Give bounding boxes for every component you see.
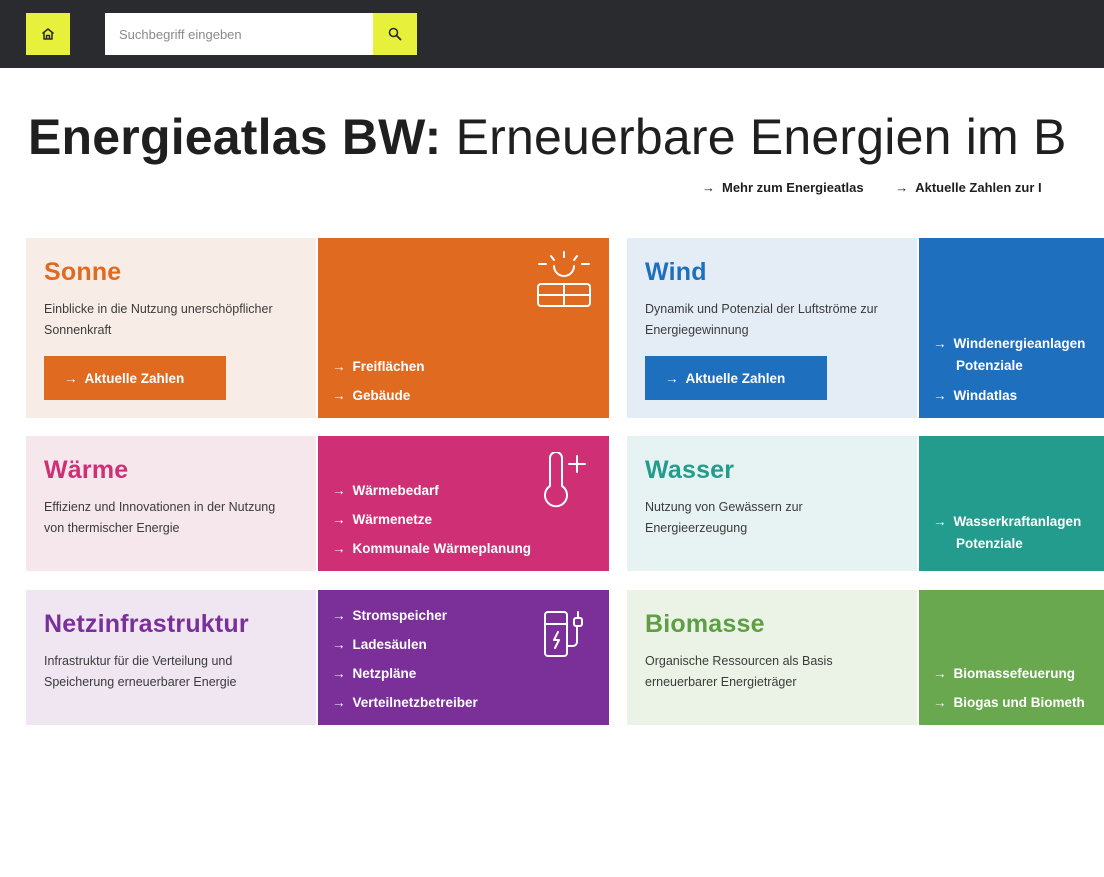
link-label: Wärmenetze xyxy=(352,512,433,527)
tile-links: → Windenergieanlagen Potenziale → Windatlas xyxy=(933,333,1085,410)
tile-sonne-info: Sonne Einblicke in die Nutzung unerschöp… xyxy=(26,238,316,418)
arrow-right-icon: → xyxy=(332,608,346,623)
link-label: Windatlas xyxy=(953,388,1018,403)
tile-title: Biomasse xyxy=(645,610,765,638)
page-title: Energieatlas BW: Erneuerbare Energien im… xyxy=(28,108,1067,166)
arrow-right-icon: → xyxy=(332,637,346,652)
arrow-right-icon: → xyxy=(332,483,346,498)
arrow-right-icon: → xyxy=(933,695,947,710)
link-mehr-zum-energieatlas[interactable]: → Mehr zum Energieatlas xyxy=(702,180,864,195)
page-title-bold: Energieatlas BW: xyxy=(28,109,442,165)
arrow-right-icon: → xyxy=(332,388,346,403)
link-label: Ladesäulen xyxy=(352,637,427,652)
link-ladesaeulen[interactable]: → Ladesäulen xyxy=(332,630,478,659)
link-label: Freiflächen xyxy=(352,359,425,374)
top-links: → Mehr zum Energieatlas → Aktuelle Zahlen … xyxy=(702,180,1070,195)
link-verteilnetzbetreiber[interactable]: → Verteilnetzbetreiber xyxy=(332,688,478,717)
tile-biomasse-info: Biomasse Organische Ressourcen als Basis… xyxy=(627,590,917,725)
arrow-right-icon: → xyxy=(895,180,909,195)
tile-description: Einblicke in die Nutzung unerschöpfliche… xyxy=(44,302,273,337)
tile-waerme-info: Wärme Effizienz und Innovationen in der … xyxy=(26,436,316,571)
search-button[interactable] xyxy=(373,13,417,55)
tile-biomasse-links: → Biomassefeuerung → Biogas und Biometh xyxy=(919,590,1104,725)
button-label: Aktuelle Zahlen xyxy=(685,370,786,386)
link-label: Stromspeicher xyxy=(352,608,448,623)
arrow-right-icon: → xyxy=(933,666,947,681)
arrow-right-icon: → xyxy=(665,370,679,386)
top-bar xyxy=(0,0,1104,68)
link-windatlas[interactable]: → Windatlas xyxy=(933,381,1085,410)
arrow-right-icon: → xyxy=(702,180,715,195)
link-label: Biomassefeuerung xyxy=(953,666,1076,681)
tile-links: → Biomassefeuerung → Biogas und Biometh xyxy=(933,659,1085,717)
tile-description: Nutzung von Gewässern zur Energieerzeugu… xyxy=(645,500,803,535)
home-button[interactable] xyxy=(26,13,70,55)
link-gebaeude[interactable]: → Gebäude xyxy=(332,381,425,410)
tile-description: Organische Ressourcen als Basis erneuerb… xyxy=(645,654,833,689)
link-label: Windenergieanlagen xyxy=(953,336,1086,351)
tile-links: → Wärmebedarf → Wärmenetze → Kommunale Wärm… xyxy=(332,476,531,563)
tile-sonne-links: → Freiflächen → Gebäude xyxy=(318,238,609,418)
link-stromspeicher[interactable]: → Stromspeicher xyxy=(332,601,478,630)
arrow-right-icon: → xyxy=(64,370,78,386)
tile-waerme-links: → Wärmebedarf → Wärmenetze → Kommunale Wärm… xyxy=(318,436,609,571)
link-label: Aktuelle Zahlen zur I xyxy=(915,180,1042,195)
link-label: Netzpläne xyxy=(352,666,417,681)
thermometer-icon xyxy=(544,452,586,508)
charging-station-icon xyxy=(544,611,583,657)
tile-description: Dynamik und Potenzial der Luftströme zur… xyxy=(645,302,878,337)
link-kommunale-waermeplanung[interactable]: → Kommunale Wärmeplanung xyxy=(332,534,531,563)
tile-title: Wasser xyxy=(645,456,735,484)
tile-wasser-links: → Wasserkraftanlagen Potenziale xyxy=(919,436,1104,571)
link-waermebedarf[interactable]: → Wärmebedarf xyxy=(332,476,531,505)
link-freiflaechen[interactable]: → Freiflächen xyxy=(332,352,425,381)
button-label: Aktuelle Zahlen xyxy=(84,370,185,386)
link-label-line2: Potenziale xyxy=(956,536,1023,551)
tile-title: Sonne xyxy=(44,258,122,286)
tile-links: → Wasserkraftanlagen Potenziale xyxy=(933,511,1081,559)
tile-netz-links: → Stromspeicher → Ladesäulen → Netzpläne → V… xyxy=(318,590,609,725)
arrow-right-icon: → xyxy=(332,512,346,527)
tile-links: → Stromspeicher → Ladesäulen → Netzpläne → V… xyxy=(332,601,478,717)
link-label: Gebäude xyxy=(352,388,411,403)
tile-title: Wind xyxy=(645,258,707,286)
search-icon xyxy=(388,27,402,41)
arrow-right-icon: → xyxy=(933,514,947,529)
tile-links: → Freiflächen → Gebäude xyxy=(332,352,425,410)
link-label: Wärmebedarf xyxy=(352,483,439,498)
link-aktuelle-zahlen[interactable]: → Aktuelle Zahlen zur I xyxy=(895,180,1041,195)
link-label: Kommunale Wärmeplanung xyxy=(352,541,532,556)
arrow-right-icon: → xyxy=(332,541,346,556)
tile-title: Netzinfrastruktur xyxy=(44,610,249,638)
tile-description: Effizienz und Innovationen in der Nutzun… xyxy=(44,500,276,535)
link-wasserkraftanlagen[interactable]: → Wasserkraftanlagen Potenziale xyxy=(933,511,1081,555)
tile-wasser-info: Wasser Nutzung von Gewässern zur Energie… xyxy=(627,436,917,571)
link-label: Wasserkraftanlagen xyxy=(953,514,1082,529)
tile-title: Wärme xyxy=(44,456,129,484)
link-netzplaene[interactable]: → Netzpläne xyxy=(332,659,478,688)
link-windenergieanlagen[interactable]: → Windenergieanlagen Potenziale xyxy=(933,333,1085,377)
page-title-regular: Erneuerbare Energien im B xyxy=(455,109,1067,165)
home-icon xyxy=(42,28,54,40)
link-biogas-und-biomethan[interactable]: → Biogas und Biometh xyxy=(933,688,1085,717)
solar-panel-icon xyxy=(537,251,591,307)
link-label: Mehr zum Energieatlas xyxy=(722,180,864,195)
arrow-right-icon: → xyxy=(332,695,346,710)
arrow-right-icon: → xyxy=(933,388,947,403)
arrow-right-icon: → xyxy=(332,666,346,681)
arrow-right-icon: → xyxy=(332,359,346,374)
tile-wind-info: Wind Dynamik und Potenzial der Luftström… xyxy=(627,238,917,418)
aktuelle-zahlen-button[interactable]: → Aktuelle Zahlen xyxy=(44,356,226,400)
link-biomassefeuerung[interactable]: → Biomassefeuerung xyxy=(933,659,1085,688)
link-label: Verteilnetzbetreiber xyxy=(352,695,478,710)
tile-wind-links: → Windenergieanlagen Potenziale → Windatlas xyxy=(919,238,1104,418)
search-input[interactable] xyxy=(105,13,373,55)
link-label-line2: Potenziale xyxy=(956,358,1023,373)
aktuelle-zahlen-button[interactable]: → Aktuelle Zahlen xyxy=(645,356,827,400)
arrow-right-icon: → xyxy=(933,336,947,351)
tile-netz-info: Netzinfrastruktur Infrastruktur für die … xyxy=(26,590,316,725)
link-label: Biogas und Biometh xyxy=(953,695,1085,710)
link-waermenetze[interactable]: → Wärmenetze xyxy=(332,505,531,534)
tile-description: Infrastruktur für die Verteilung und Spe… xyxy=(44,654,237,689)
